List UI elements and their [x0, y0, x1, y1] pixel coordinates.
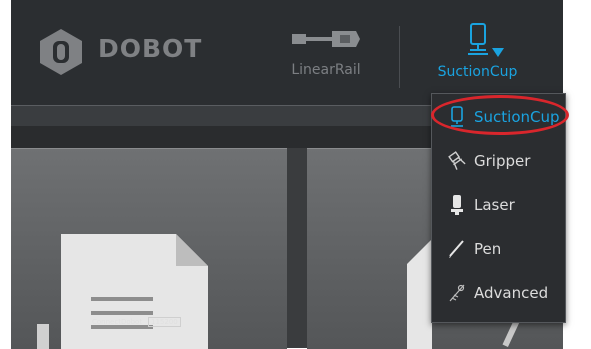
menu-item-label: Advanced	[474, 284, 549, 302]
advanced-icon	[444, 280, 470, 306]
panel-divider	[287, 148, 307, 348]
toolbar-divider	[399, 26, 400, 88]
menu-item-gripper[interactable]: Gripper	[432, 140, 565, 182]
suction-cup-label: SuctionCup	[437, 64, 518, 80]
gripper-icon	[444, 148, 470, 174]
suction-cup-tool[interactable]: SuctionCup	[420, 22, 535, 80]
linear-rail-icon	[292, 31, 360, 47]
highlight-annotation	[431, 95, 569, 135]
menu-item-laser[interactable]: Laser	[432, 184, 565, 226]
chevron-down-icon[interactable]	[492, 48, 504, 57]
linear-rail-tool[interactable]: LinearRail	[276, 28, 376, 78]
connect-dobot-label: ConnectDobot	[92, 318, 143, 326]
app-logo-text: DOBOT	[98, 34, 203, 63]
menu-item-label: Gripper	[474, 152, 531, 170]
menu-item-label: Pen	[474, 240, 502, 258]
pen-icon	[444, 236, 470, 262]
menu-item-pen[interactable]: Pen	[432, 228, 565, 270]
menu-item-advanced[interactable]: Advanced	[432, 272, 565, 314]
dobot-logo-icon	[36, 27, 86, 77]
suction-cup-icon	[467, 23, 488, 55]
baud-rate-badge: 115200	[148, 317, 181, 327]
linear-rail-label: LinearRail	[291, 62, 361, 78]
laser-icon	[444, 192, 470, 218]
window-edge	[563, 0, 591, 341]
menu-item-label: Laser	[474, 196, 515, 214]
